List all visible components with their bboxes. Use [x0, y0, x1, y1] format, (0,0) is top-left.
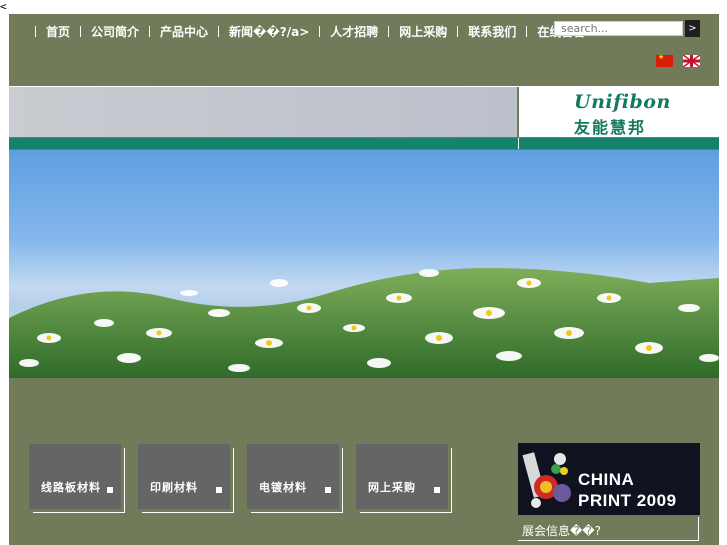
- logo-chinese: 友能慧邦: [574, 118, 647, 137]
- print-expo-emblem-icon: [522, 452, 571, 508]
- nav-item-contact[interactable]: 联系我们: [468, 23, 516, 40]
- nav-separator: [388, 26, 390, 37]
- uk-flag-icon[interactable]: [683, 55, 700, 67]
- square-bullet-icon: [325, 487, 331, 493]
- stray-character: <: [0, 0, 7, 13]
- square-bullet-icon: [107, 487, 113, 493]
- header-band: [9, 87, 517, 137]
- search-go-button[interactable]: >: [685, 20, 700, 37]
- search-input[interactable]: [554, 21, 683, 36]
- nav-separator: [218, 26, 220, 37]
- nav-separator: [457, 26, 459, 37]
- teal-strip-divider: [518, 138, 519, 149]
- nav-item-products[interactable]: 产品中心: [160, 23, 208, 40]
- square-bullet-icon: [434, 487, 440, 493]
- nav-item-purchase[interactable]: 网上采购: [399, 23, 447, 40]
- card-label: 网上采购: [368, 481, 416, 494]
- nav-item-home[interactable]: 首页: [46, 23, 70, 40]
- hero-banner-image: [9, 150, 719, 378]
- square-bullet-icon: [216, 487, 222, 493]
- logo[interactable]: Unifibon 友能慧邦: [519, 87, 719, 137]
- logo-english: Unifibon: [574, 91, 671, 113]
- nav-separator: [319, 26, 321, 37]
- nav-separator: [526, 26, 528, 37]
- card-label: 电镀材料: [259, 481, 307, 494]
- teal-strip: [9, 138, 719, 149]
- nav-item-jobs[interactable]: 人才招聘: [330, 23, 378, 40]
- promo-line-1: CHINA: [578, 470, 635, 489]
- china-print-2009-banner[interactable]: CHINA PRINT 2009: [518, 443, 700, 515]
- card-pcb-materials[interactable]: 线路板材料: [29, 444, 125, 513]
- card-printing-materials[interactable]: 印刷材料: [138, 444, 234, 513]
- nav-separator: [149, 26, 151, 37]
- cn-flag-icon[interactable]: [656, 53, 673, 67]
- nav-separator: [80, 26, 82, 37]
- card-plating-materials[interactable]: 电镀材料: [247, 444, 343, 513]
- promo-line-2: PRINT 2009: [578, 491, 677, 510]
- card-label: 印刷材料: [150, 481, 198, 494]
- nav-separator: [35, 26, 36, 37]
- nav-item-about[interactable]: 公司简介: [91, 23, 139, 40]
- card-online-purchase[interactable]: 网上采购: [356, 444, 452, 513]
- top-nav: 首页 公司简介 产品中心 新闻��?/a> 人才招聘 网上采购 联系我们 在线留…: [25, 23, 585, 40]
- card-label: 线路板材料: [41, 481, 101, 494]
- expo-info-link[interactable]: 展会信息��?: [522, 522, 601, 539]
- nav-item-news[interactable]: 新闻��?/a>: [229, 23, 309, 40]
- daisy-field-image: [9, 268, 719, 378]
